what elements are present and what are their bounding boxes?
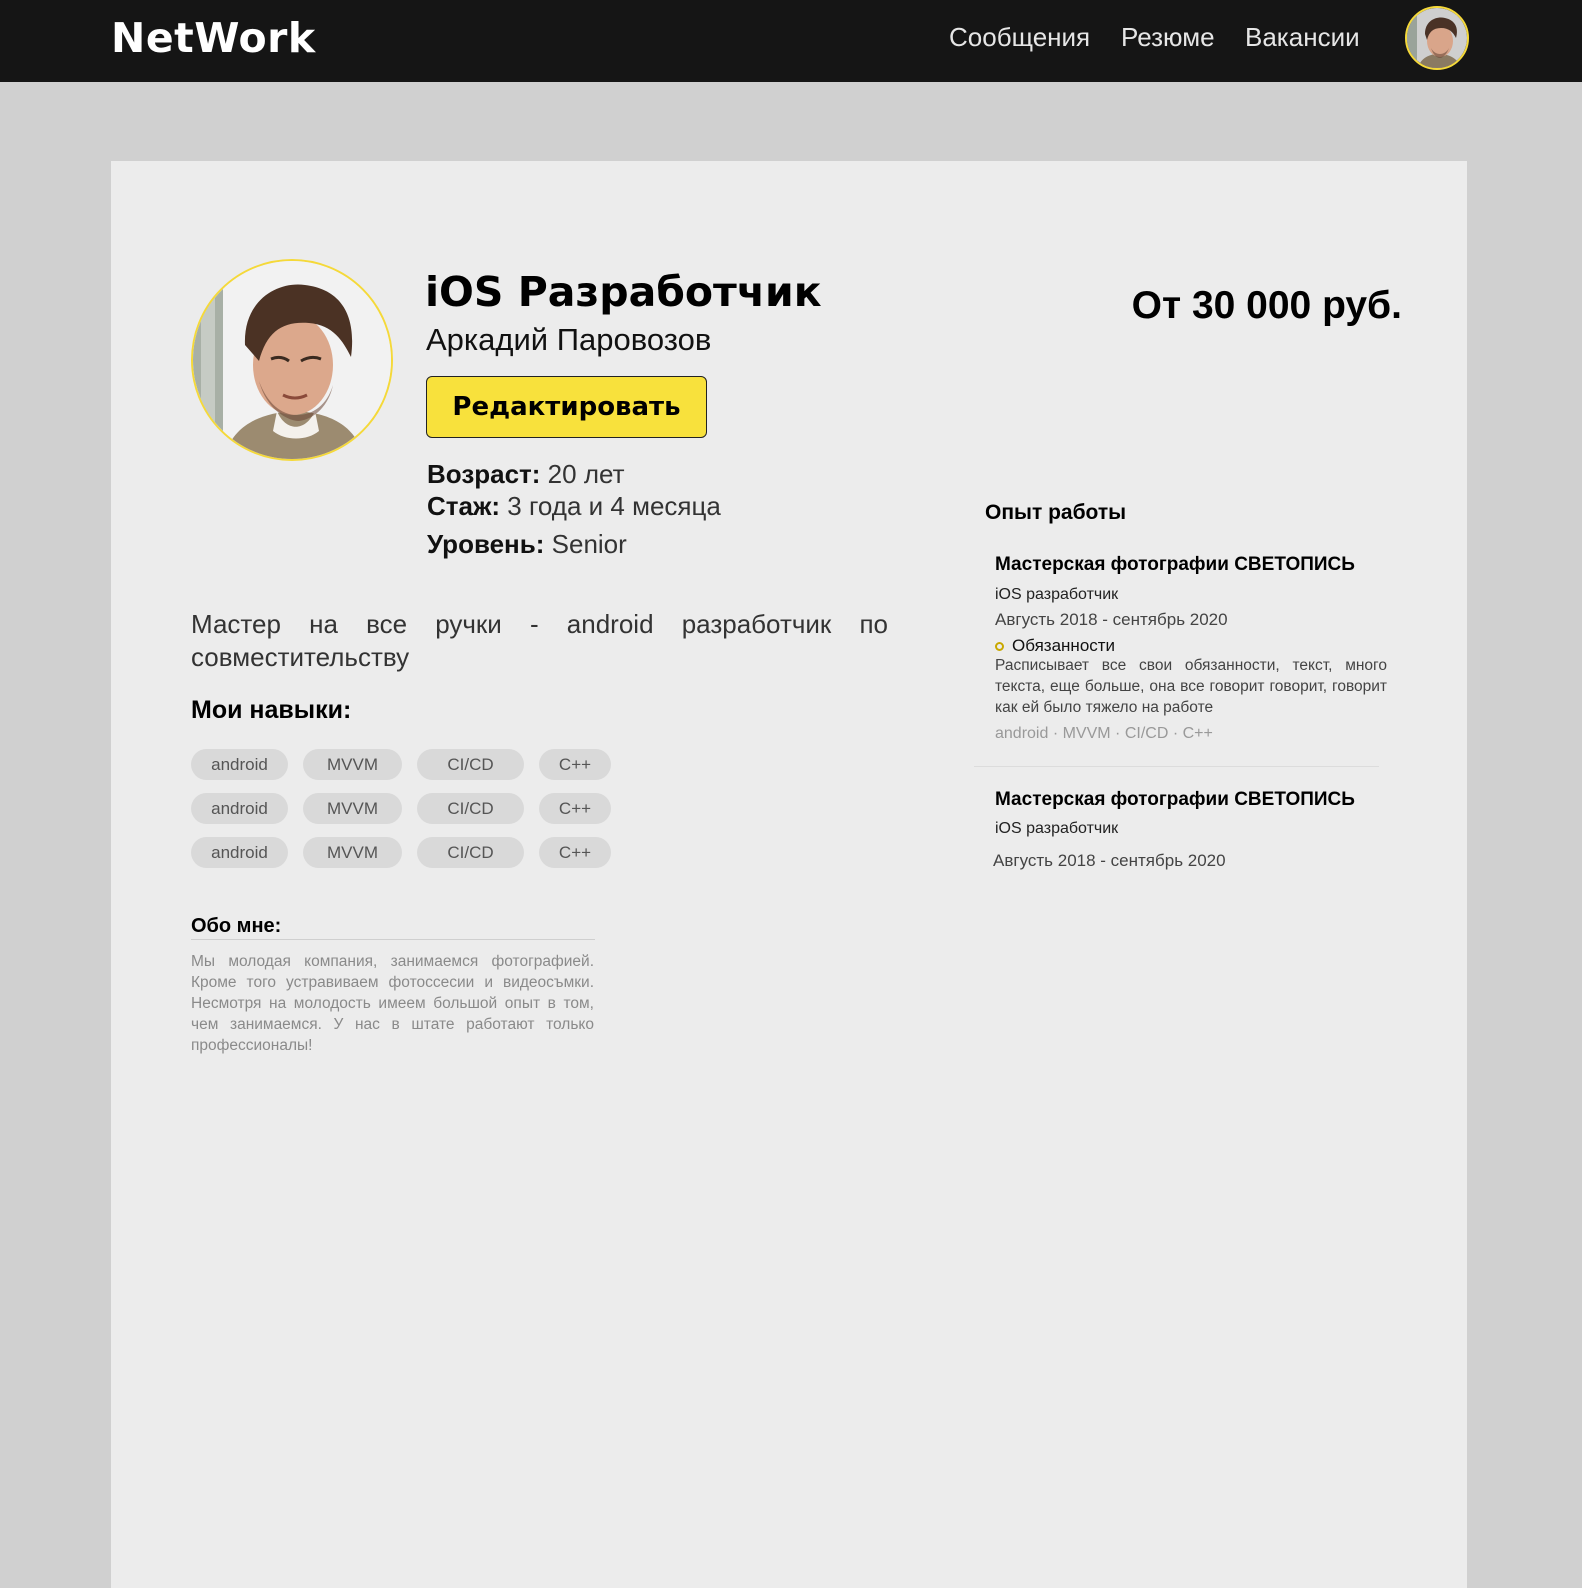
experience-label: Стаж: [427, 491, 501, 521]
avatar-photo-icon [1407, 8, 1467, 68]
skill-chip: C++ [539, 793, 611, 824]
skill-chip: MVVM [303, 749, 402, 780]
top-navbar: NetWork Сообщения Резюме Вакансии [0, 0, 1582, 82]
skill-chip: MVVM [303, 793, 402, 824]
logo[interactable]: NetWork [111, 14, 316, 62]
skill-chip: CI/CD [417, 837, 524, 868]
skill-chip: android [191, 793, 288, 824]
skill-chip: android [191, 749, 288, 780]
skills-title: Мои навыки: [191, 696, 352, 724]
duties-text: Расписывает все свои обязанности, текст,… [995, 657, 1387, 716]
skill-chip: android [191, 837, 288, 868]
job-dates: Августь 2018 - сентябрь 2020 [993, 851, 1226, 870]
about-text: Мы молодая компания, занимаемся фотограф… [191, 953, 594, 1054]
nav-messages[interactable]: Сообщения [949, 22, 1090, 53]
job-role: iOS разработчик [995, 820, 1119, 837]
duties-toggle[interactable]: Обязанности [995, 636, 1115, 656]
about-title: Обо мне: [191, 915, 595, 940]
salary: От 30 000 руб. [1131, 284, 1402, 327]
age-row: Возраст: 20 лет [427, 459, 625, 490]
experience-title: Опыт работы [985, 501, 1127, 524]
skills-grid: android MVVM CI/CD C++ android MVVM CI/C… [191, 749, 611, 868]
nav-vacancies[interactable]: Вакансии [1245, 22, 1360, 53]
level-label: Уровень: [427, 529, 545, 559]
experience-row: Стаж: 3 года и 4 месяца [427, 491, 721, 522]
job-company: Мастерская фотографии СВЕТОПИСЬ [995, 554, 1355, 575]
bullet-icon [995, 641, 1004, 651]
job-company: Мастерская фотографии СВЕТОПИСЬ [995, 789, 1355, 810]
profile-photo-icon [193, 261, 391, 459]
skill-chip: C++ [539, 837, 611, 868]
job-dates: Августь 2018 - сентябрь 2020 [995, 610, 1228, 629]
resume-title: iOS Разработчик [425, 268, 822, 316]
motto-text: Мастер на все ручки - android разработчи… [191, 609, 888, 672]
nav-resume[interactable]: Резюме [1121, 22, 1215, 53]
level-row: Уровень: Senior [427, 529, 627, 560]
candidate-name: Аркадий Паровозов [426, 322, 712, 357]
level-value: Senior [551, 529, 627, 559]
skill-chip: CI/CD [417, 793, 524, 824]
age-value: 20 лет [547, 459, 625, 489]
skill-chip: C++ [539, 749, 611, 780]
experience-value: 3 года и 4 месяца [507, 491, 721, 521]
duties-label: Обязанности [1012, 636, 1116, 655]
job-tags: android · MVVM · CI/CD · C++ [995, 725, 1213, 742]
profile-photo [191, 259, 393, 461]
job-divider [974, 766, 1379, 767]
skill-chip: MVVM [303, 837, 402, 868]
age-label: Возраст: [427, 459, 541, 489]
skill-chip: CI/CD [417, 749, 524, 780]
edit-button[interactable]: Редактировать [426, 376, 707, 438]
job-role: iOS разработчик [995, 586, 1119, 603]
user-avatar[interactable] [1405, 6, 1469, 70]
